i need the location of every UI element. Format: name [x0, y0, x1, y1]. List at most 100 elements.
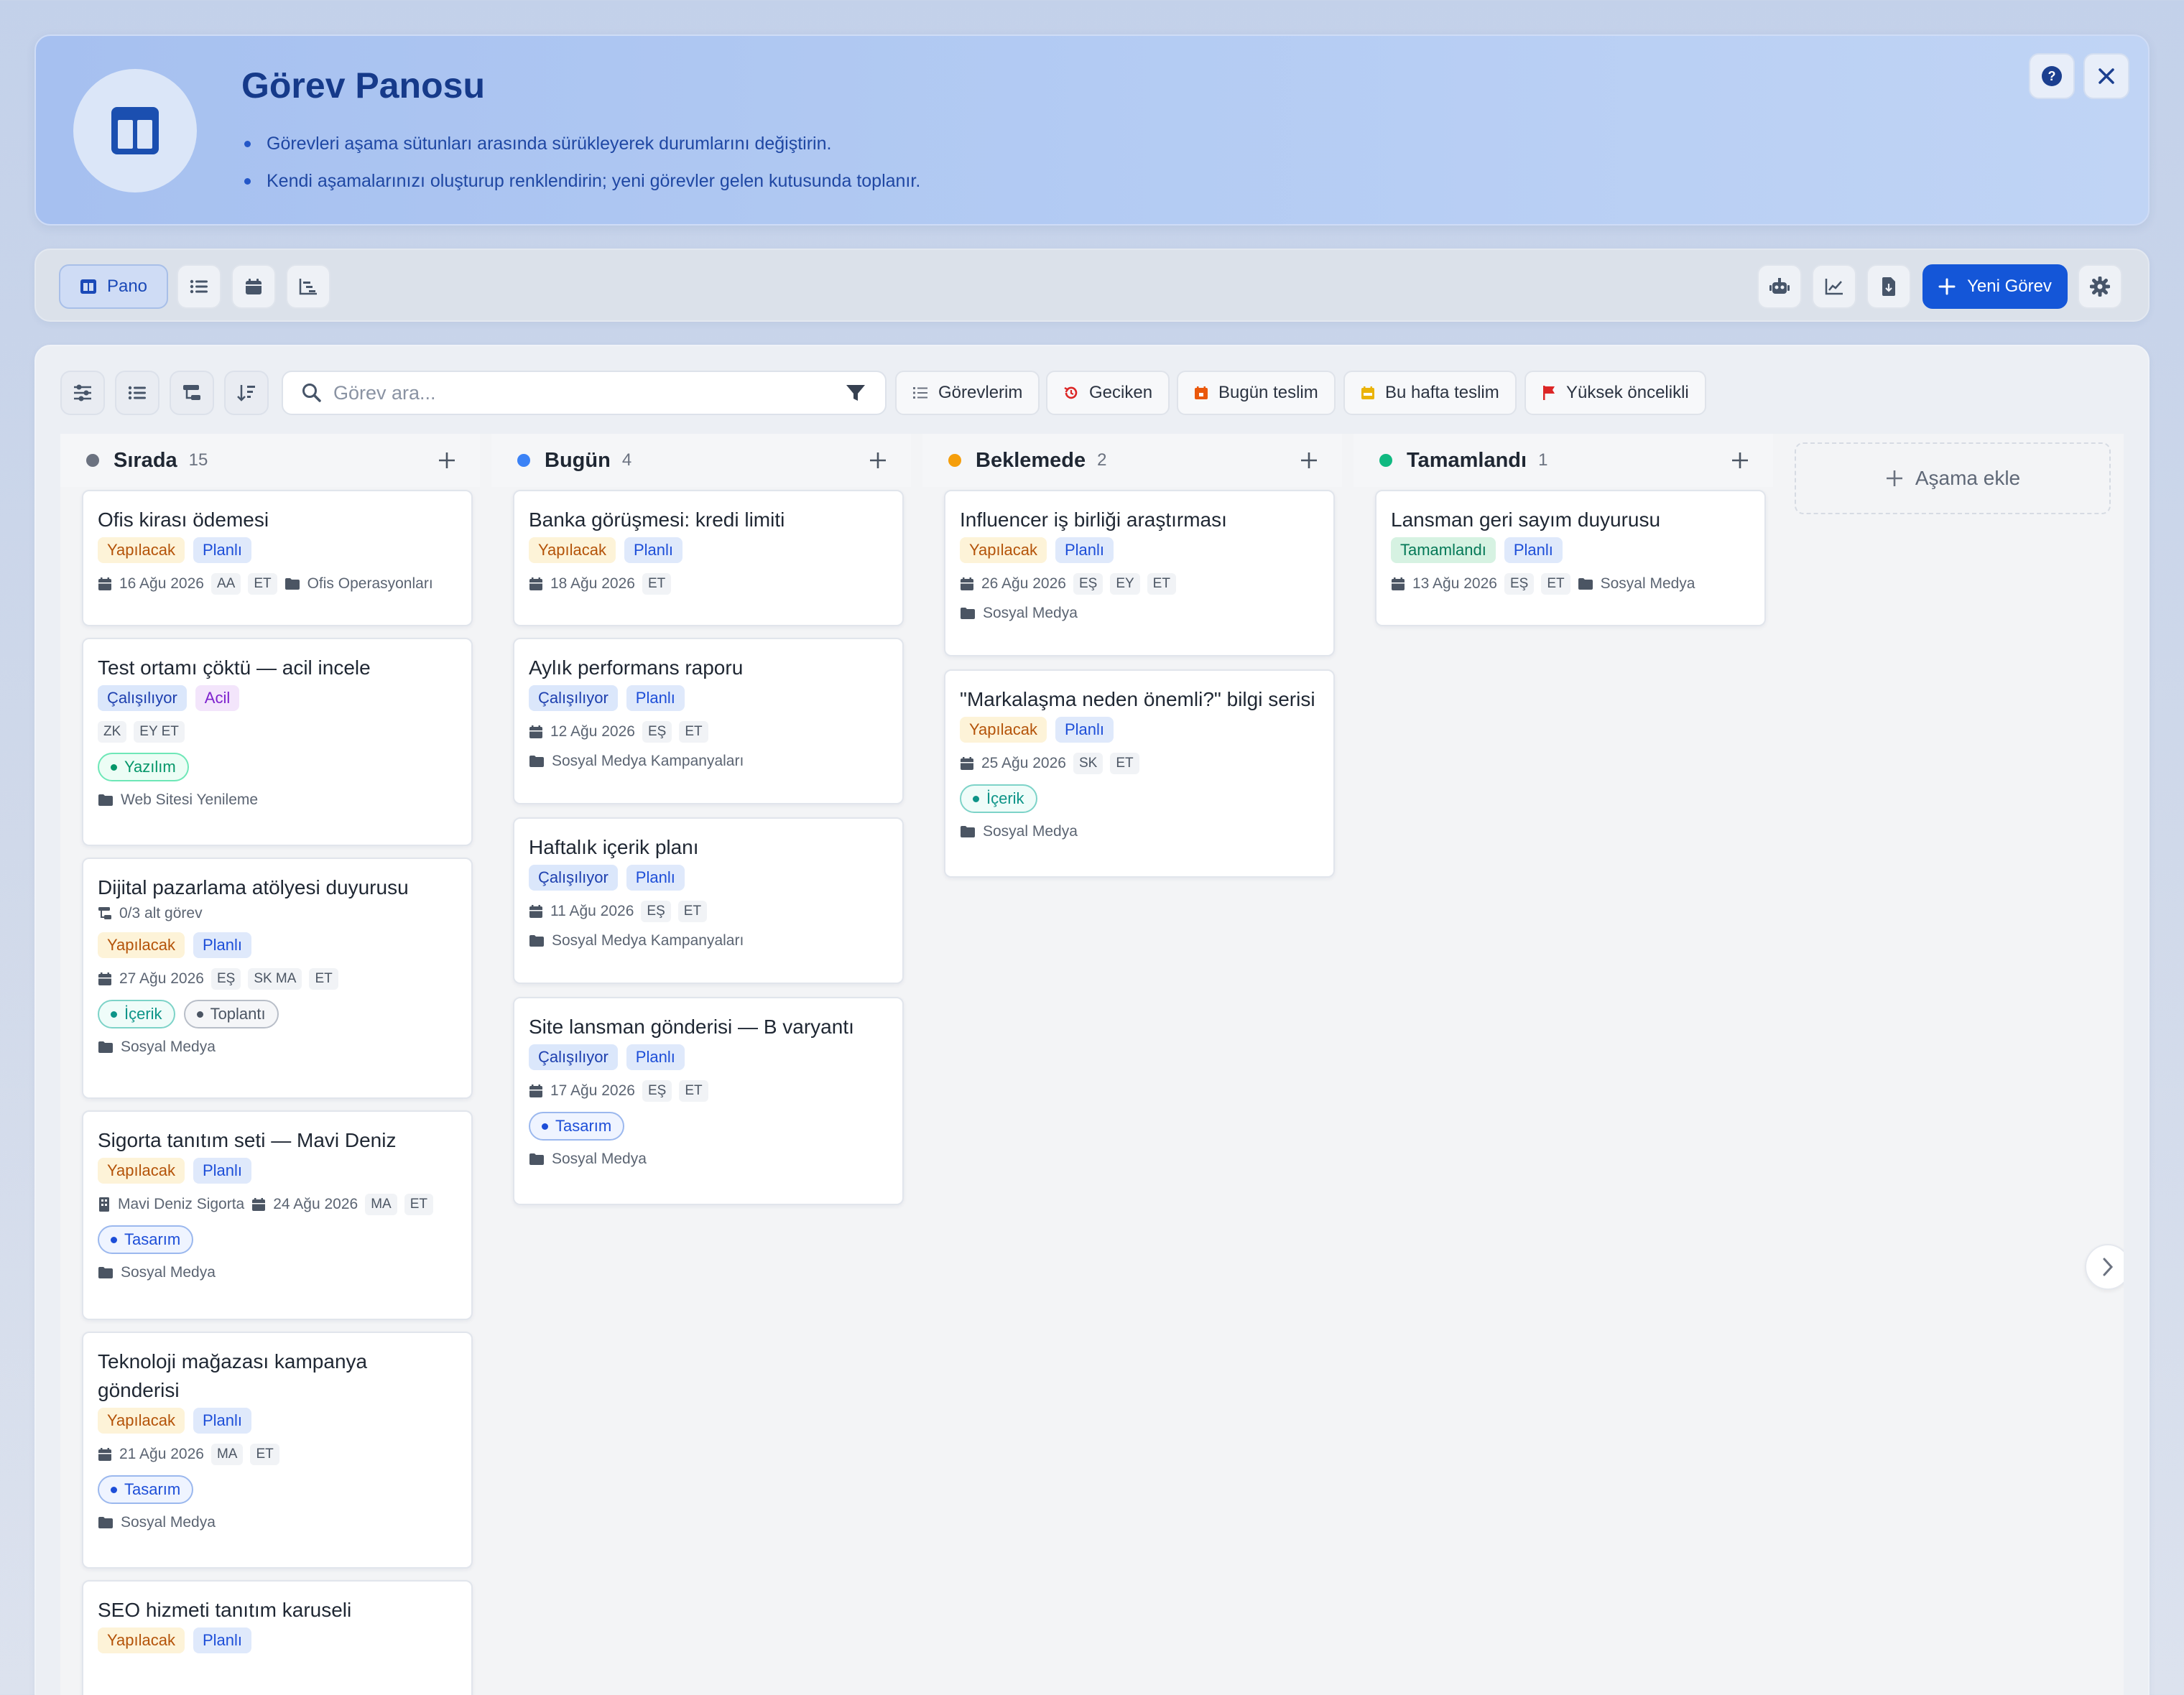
chip-high-priority[interactable]: Yüksek öncelikli	[1524, 371, 1706, 415]
task-card[interactable]: Test ortamı çöktü — acil incele Çalışılı…	[82, 638, 473, 846]
task-card[interactable]: Teknoloji mağazası kampanya gönderisi Ya…	[82, 1332, 473, 1569]
task-card[interactable]: SEO hizmeti tanıtım karuseli Yapılacak Pl…	[82, 1580, 473, 1695]
plan-badge: Planlı	[626, 685, 685, 711]
task-title: Site lansman gönderisi — B varyantı	[529, 1016, 854, 1038]
search-input[interactable]	[333, 381, 822, 404]
calendar-day-icon	[1195, 386, 1208, 399]
plus-icon	[870, 452, 886, 468]
automation-button[interactable]	[1757, 264, 1802, 309]
view-calendar-button[interactable]	[231, 264, 276, 309]
due-date: 18 Ağu 2026	[550, 575, 635, 592]
add-task-button[interactable]	[1295, 446, 1323, 475]
add-task-button[interactable]	[432, 446, 461, 475]
calendar-icon	[529, 905, 542, 918]
assignee-initials: SK	[1073, 753, 1103, 774]
close-icon	[2099, 68, 2114, 84]
history-icon	[1064, 386, 1078, 399]
calendar-icon	[961, 577, 973, 590]
chip-due-this-week[interactable]: Bu hafta teslim	[1343, 371, 1517, 415]
chevron-right-icon	[2103, 1258, 2114, 1276]
project-name: Sosyal Medya	[121, 1039, 216, 1055]
chip-my-tasks[interactable]: Görevlerim	[895, 371, 1040, 415]
plus-icon	[1938, 278, 1956, 295]
chip-overdue[interactable]: Geciken	[1046, 371, 1170, 415]
project-name: Sosyal Medya Kampanyaları	[552, 753, 744, 769]
view-board-label: Pano	[106, 277, 148, 296]
export-button[interactable]	[1866, 264, 1911, 309]
task-title: Dijital pazarlama atölyesi duyurusu	[98, 876, 409, 898]
task-card[interactable]: Banka görüşmesi: kredi limiti Yapılacak P…	[513, 490, 904, 626]
task-card[interactable]: Influencer iş birliği araştırması Yapıla…	[944, 490, 1335, 656]
filter-icon[interactable]	[845, 383, 866, 403]
assignee-initials: EŞ	[642, 721, 672, 743]
task-card[interactable]: Haftalık içerik planı Çalışılıyor Planlı …	[513, 817, 904, 984]
assignee-initials: ET	[309, 968, 338, 990]
task-title: Ofis kirası ödemesi	[98, 508, 269, 531]
due-date: 17 Ağu 2026	[550, 1082, 635, 1099]
task-title: "Markalaşma neden önemli?" bilgi serisi	[960, 688, 1315, 710]
chip-due-today[interactable]: Bugün teslim	[1177, 371, 1336, 415]
status-badge: Yapılacak	[98, 537, 185, 563]
view-list-button[interactable]	[177, 264, 221, 309]
task-title: Banka görüşmesi: kredi limiti	[529, 508, 785, 531]
checklist-icon	[913, 387, 927, 399]
column-count: 15	[188, 450, 208, 470]
column-count: 2	[1097, 450, 1107, 470]
task-card[interactable]: Dijital pazarlama atölyesi duyurusu 0/3 …	[82, 858, 473, 1099]
project-name: Sosyal Medya Kampanyaları	[552, 932, 744, 949]
project-name: Web Sitesi Yenileme	[121, 791, 259, 808]
chip-label: Geciken	[1089, 383, 1153, 402]
scroll-right-button[interactable]	[2085, 1244, 2124, 1290]
task-card[interactable]: Aylık performans raporu Çalışılıyor Planl…	[513, 638, 904, 804]
plan-badge: Planlı	[193, 537, 252, 563]
sliders-icon	[74, 384, 91, 401]
banner-tip: Kendi aşamalarınızı oluşturup renklendir…	[244, 162, 920, 200]
task-title: Sigorta tanıtım seti — Mavi Deniz	[98, 1129, 397, 1151]
assignee-initials: ET	[250, 1444, 279, 1465]
calendar-icon	[246, 279, 262, 294]
folder-icon	[529, 1153, 544, 1165]
task-card[interactable]: Site lansman gönderisi — B varyantı Çalı…	[513, 997, 904, 1205]
settings-button[interactable]	[2078, 264, 2122, 309]
filter-settings-button[interactable]	[60, 371, 105, 415]
project-name: Sosyal Medya	[1600, 575, 1695, 592]
assignee-initials: EŞ	[210, 968, 241, 990]
sort-button[interactable]	[224, 371, 269, 415]
help-button[interactable]: ?	[2029, 53, 2075, 99]
task-card[interactable]: "Markalaşma neden önemli?" bilgi serisi …	[944, 669, 1335, 878]
subtask-progress: 0/3 alt görev	[119, 905, 203, 921]
status-badge: Yapılacak	[529, 537, 616, 563]
folder-icon	[529, 756, 544, 767]
folder-icon	[98, 1041, 113, 1053]
assignee-initials: ET	[1110, 753, 1139, 774]
board-layout-icon	[73, 69, 197, 192]
plan-badge: Planlı	[1504, 537, 1563, 563]
calendar-icon	[98, 577, 111, 590]
subtasks-toggle-button[interactable]	[170, 371, 214, 415]
folder-icon	[98, 794, 113, 806]
info-banner: Görev Panosu Görevleri aşama sütunları a…	[34, 34, 2150, 226]
list-icon	[190, 279, 208, 294]
add-task-button[interactable]	[864, 446, 892, 475]
view-gantt-button[interactable]	[286, 264, 330, 309]
add-task-button[interactable]	[1726, 446, 1754, 475]
task-card[interactable]: Sigorta tanıtım seti — Mavi Deniz Yapıla…	[82, 1110, 473, 1320]
calendar-icon	[98, 1448, 111, 1461]
add-stage-button[interactable]: Aşama ekle	[1795, 442, 2111, 514]
assignee-initials: ET	[642, 573, 672, 595]
task-card[interactable]: Lansman geri sayım duyurusu Tamamlandı Pl…	[1375, 490, 1766, 626]
list-toggle-button[interactable]	[115, 371, 159, 415]
search-field[interactable]	[282, 371, 887, 415]
close-button[interactable]	[2083, 53, 2129, 99]
view-board-button[interactable]: Pano	[59, 264, 168, 309]
column-color-dot	[86, 454, 99, 467]
task-card[interactable]: Ofis kirası ödemesi Yapılacak Planlı 16 A…	[82, 490, 473, 626]
plus-icon	[1732, 452, 1748, 468]
label-tag: İçerik	[960, 784, 1037, 813]
reports-button[interactable]	[1812, 264, 1856, 309]
column-header: Beklemede 2	[922, 434, 1342, 487]
status-badge: Yapılacak	[98, 932, 185, 958]
chip-label: Bu hafta teslim	[1385, 383, 1499, 402]
new-task-button[interactable]: Yeni Görev	[1922, 264, 2068, 309]
plan-badge: Planlı	[1055, 717, 1114, 743]
